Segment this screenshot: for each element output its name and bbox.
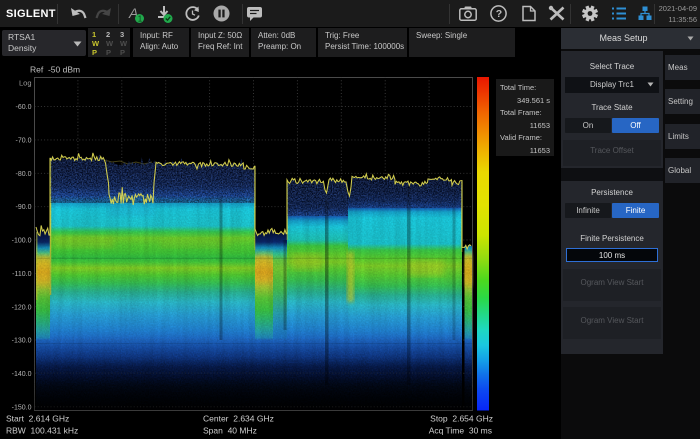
svg-text:RBW 100.431 kHz: RBW 100.431 kHz — [6, 426, 78, 436]
svg-text:1: 1 — [138, 15, 143, 24]
svg-text:?: ? — [496, 8, 502, 20]
svg-text:Stop 2.654 GHz: Stop 2.654 GHz — [430, 414, 493, 424]
svg-text:-100.0: -100.0 — [12, 238, 32, 245]
svg-text:-80.0: -80.0 — [16, 171, 32, 178]
svg-text:-110.0: -110.0 — [12, 271, 31, 278]
svg-text:Ref -50 dBm: Ref -50 dBm — [30, 65, 80, 75]
svg-text:-60.0: -60.0 — [16, 104, 32, 111]
svg-text:-70.0: -70.0 — [16, 138, 32, 145]
svg-text:Log: Log — [19, 79, 32, 88]
svg-text:-120.0: -120.0 — [12, 304, 32, 311]
svg-text:-90.0: -90.0 — [16, 204, 32, 211]
svg-text:Acq Time 30 ms: Acq Time 30 ms — [429, 426, 492, 436]
svg-text:-130.0: -130.0 — [12, 338, 32, 345]
svg-text:Center 2.634 GHz: Center 2.634 GHz — [203, 414, 274, 424]
svg-text:Span 40 MHz: Span 40 MHz — [203, 426, 257, 436]
svg-text:-140.0: -140.0 — [12, 371, 32, 378]
svg-text:Start 2.614 GHz: Start 2.614 GHz — [6, 414, 69, 424]
svg-text:-150.0: -150.0 — [12, 404, 32, 411]
